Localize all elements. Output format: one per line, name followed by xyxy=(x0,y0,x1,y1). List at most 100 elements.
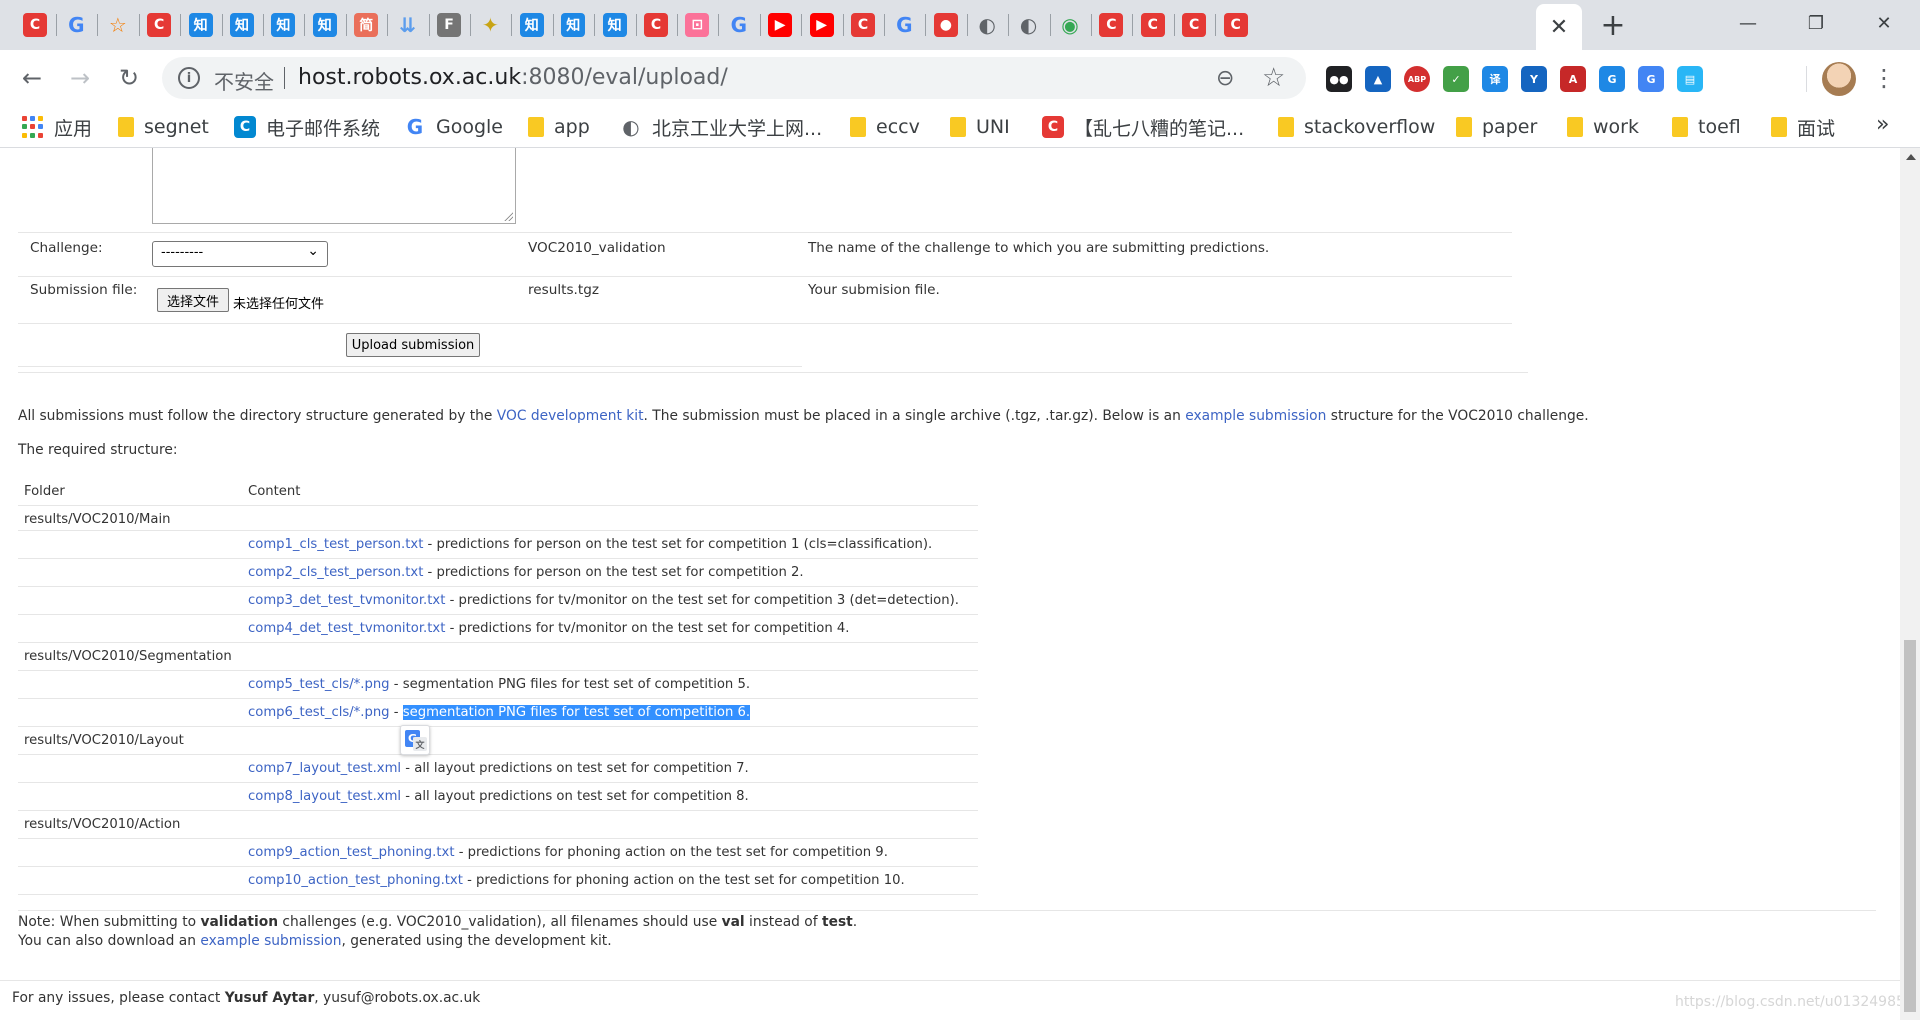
zhihu-icon[interactable]: 知 xyxy=(230,13,254,37)
zhihu-icon[interactable]: 知 xyxy=(188,13,213,37)
csdn-icon[interactable]: C xyxy=(1223,13,1248,37)
youtube-icon[interactable]: ▶ xyxy=(809,13,834,37)
close-tab-icon[interactable]: ✕ xyxy=(1550,15,1568,40)
info-icon[interactable]: i xyxy=(178,67,200,89)
bookmarks-overflow-button[interactable]: » xyxy=(1876,112,1889,137)
zhihu-icon[interactable]: 知 xyxy=(519,13,544,37)
vertical-scrollbar[interactable] xyxy=(1900,148,1920,1020)
zhihu-icon[interactable]: 知 xyxy=(271,13,296,37)
bookmark-apps[interactable]: 应用 xyxy=(22,113,92,141)
tab-separator xyxy=(1091,14,1092,36)
choose-file-button[interactable]: 选择文件 xyxy=(157,288,229,312)
google-icon[interactable]: G xyxy=(892,13,916,37)
reload-button[interactable]: ↻ xyxy=(112,61,146,95)
minimize-window-button[interactable]: — xyxy=(1720,4,1776,42)
bookmark-item[interactable]: stackoverflow xyxy=(1278,113,1435,141)
restore-window-button[interactable]: ❐ xyxy=(1788,4,1844,42)
security-label[interactable]: 不安全 xyxy=(214,66,274,95)
chrome-icon[interactable]: ◉ xyxy=(1058,13,1082,37)
browser-menu-icon[interactable]: ⋮ xyxy=(1872,64,1896,92)
star-bookmark-icon[interactable]: ☆ xyxy=(106,13,130,37)
folder-icon xyxy=(950,117,966,137)
bookmark-item[interactable]: UNI xyxy=(950,113,1010,141)
bookmark-item[interactable]: C 【乱七八糟的笔记... xyxy=(1042,113,1244,141)
form-divider xyxy=(18,366,802,367)
pin-icon[interactable]: ● xyxy=(933,13,958,37)
url-text[interactable]: host.robots.ox.ac.uk:8080/eval/upload/ xyxy=(298,65,728,90)
zhihu-icon[interactable]: 知 xyxy=(561,13,586,37)
scroll-up-arrow-icon[interactable] xyxy=(1906,154,1916,160)
zhihu-icon[interactable]: 知 xyxy=(312,13,337,37)
google-translate-icon[interactable]: G xyxy=(1638,66,1664,92)
file-link[interactable]: comp9_action_test_phoning.txt xyxy=(248,845,455,860)
challenge-select[interactable]: --------- ⌄ xyxy=(152,241,328,267)
file-link[interactable]: comp8_layout_test.xml xyxy=(248,789,401,804)
description-textarea[interactable] xyxy=(152,148,516,224)
profile-avatar[interactable] xyxy=(1822,62,1856,96)
game-icon[interactable]: ✦ xyxy=(478,13,502,37)
back-button[interactable]: ← xyxy=(15,61,49,95)
bookmark-item[interactable]: app xyxy=(528,113,590,141)
example-submission-link[interactable]: example submission xyxy=(1185,408,1326,424)
bookmark-item[interactable]: eccv xyxy=(850,113,920,141)
upload-submission-button[interactable]: Upload submission xyxy=(346,333,480,357)
bookmark-item[interactable]: ◐ 北京工业大学上网... xyxy=(620,113,822,141)
edit-ext-icon[interactable]: ▤ xyxy=(1677,66,1703,92)
pdf-icon[interactable]: A xyxy=(1560,66,1586,92)
zhihu-icon[interactable]: 知 xyxy=(602,13,627,37)
bookmark-star-icon[interactable]: ☆ xyxy=(1262,63,1285,93)
jianshu-icon[interactable]: 简 xyxy=(354,13,379,37)
csdn-icon[interactable]: C xyxy=(851,13,875,37)
globe-icon[interactable]: ◐ xyxy=(1017,13,1041,37)
csdn-icon[interactable]: C xyxy=(1099,13,1124,37)
scrollbar-thumb[interactable] xyxy=(1904,640,1916,1012)
file-link[interactable]: comp3_det_test_tvmonitor.txt xyxy=(248,593,445,608)
translate-icon[interactable]: 译 xyxy=(1482,66,1508,92)
file-link[interactable]: comp2_cls_test_person.txt xyxy=(248,565,423,580)
bookmark-item[interactable]: paper xyxy=(1456,113,1537,141)
bookmark-item[interactable]: segnet xyxy=(118,113,209,141)
address-bar[interactable]: i 不安全 host.robots.ox.ac.uk:8080/eval/upl… xyxy=(162,57,1306,99)
file-link[interactable]: comp1_cls_test_person.txt xyxy=(248,537,423,552)
refresh-ext-icon[interactable]: G xyxy=(1599,66,1625,92)
file-link[interactable]: comp6_test_cls/*.png xyxy=(248,705,390,720)
f-icon[interactable]: F xyxy=(437,13,461,37)
close-window-button[interactable]: ✕ xyxy=(1856,4,1912,42)
bookmark-item[interactable]: G Google xyxy=(404,113,503,141)
google-icon[interactable]: G xyxy=(727,13,751,37)
file-link[interactable]: comp5_test_cls/*.png xyxy=(248,677,390,692)
bookmark-item[interactable]: work xyxy=(1567,113,1639,141)
csdn-icon[interactable]: C xyxy=(1182,13,1207,37)
new-tab-button[interactable]: + xyxy=(1597,8,1629,43)
shield-icon[interactable]: ✓ xyxy=(1443,66,1469,92)
example-submission-download-link[interactable]: example submission xyxy=(200,933,341,949)
zoom-icon[interactable]: ⊖ xyxy=(1216,66,1234,91)
bilibili-icon[interactable]: ⊡ xyxy=(685,13,710,37)
youtube-icon[interactable]: ▶ xyxy=(768,13,793,37)
table-header-row: Folder Content xyxy=(18,478,978,506)
v-icon[interactable]: Y xyxy=(1521,66,1547,92)
file-link[interactable]: comp4_det_test_tvmonitor.txt xyxy=(248,621,445,636)
csdn-icon[interactable]: C xyxy=(1140,13,1165,37)
globe-icon[interactable]: ◐ xyxy=(975,13,999,37)
active-tab[interactable]: ✕ xyxy=(1536,4,1582,50)
file-link[interactable]: comp10_action_test_phoning.txt xyxy=(248,873,463,888)
forward-button[interactable]: → xyxy=(63,61,97,95)
download-icon[interactable]: ⇊ xyxy=(396,13,420,37)
google-translate-popup[interactable]: G 文 xyxy=(400,725,430,755)
csdn-icon[interactable]: C xyxy=(23,13,47,37)
file-link[interactable]: comp7_layout_test.xml xyxy=(248,761,401,776)
folder-cell: results/VOC2010/Main xyxy=(24,512,171,527)
address-divider xyxy=(284,67,285,89)
csdn-icon[interactable]: C xyxy=(147,13,172,37)
bookmark-item[interactable]: C 电子邮件系统 xyxy=(234,113,380,141)
extension-dark-icon[interactable]: ●● xyxy=(1326,66,1352,92)
mortarboard-icon[interactable]: ▲ xyxy=(1365,66,1391,92)
bookmark-item[interactable]: 面试 xyxy=(1771,113,1835,141)
csdn-icon[interactable]: C xyxy=(644,13,668,37)
adblock-icon[interactable]: ABP xyxy=(1404,66,1430,92)
bookmark-item[interactable]: toefl xyxy=(1672,113,1741,141)
google-icon[interactable]: G xyxy=(64,13,88,37)
results-example-link[interactable]: results.tgz xyxy=(528,282,599,298)
devkit-link[interactable]: VOC development kit xyxy=(497,408,644,424)
